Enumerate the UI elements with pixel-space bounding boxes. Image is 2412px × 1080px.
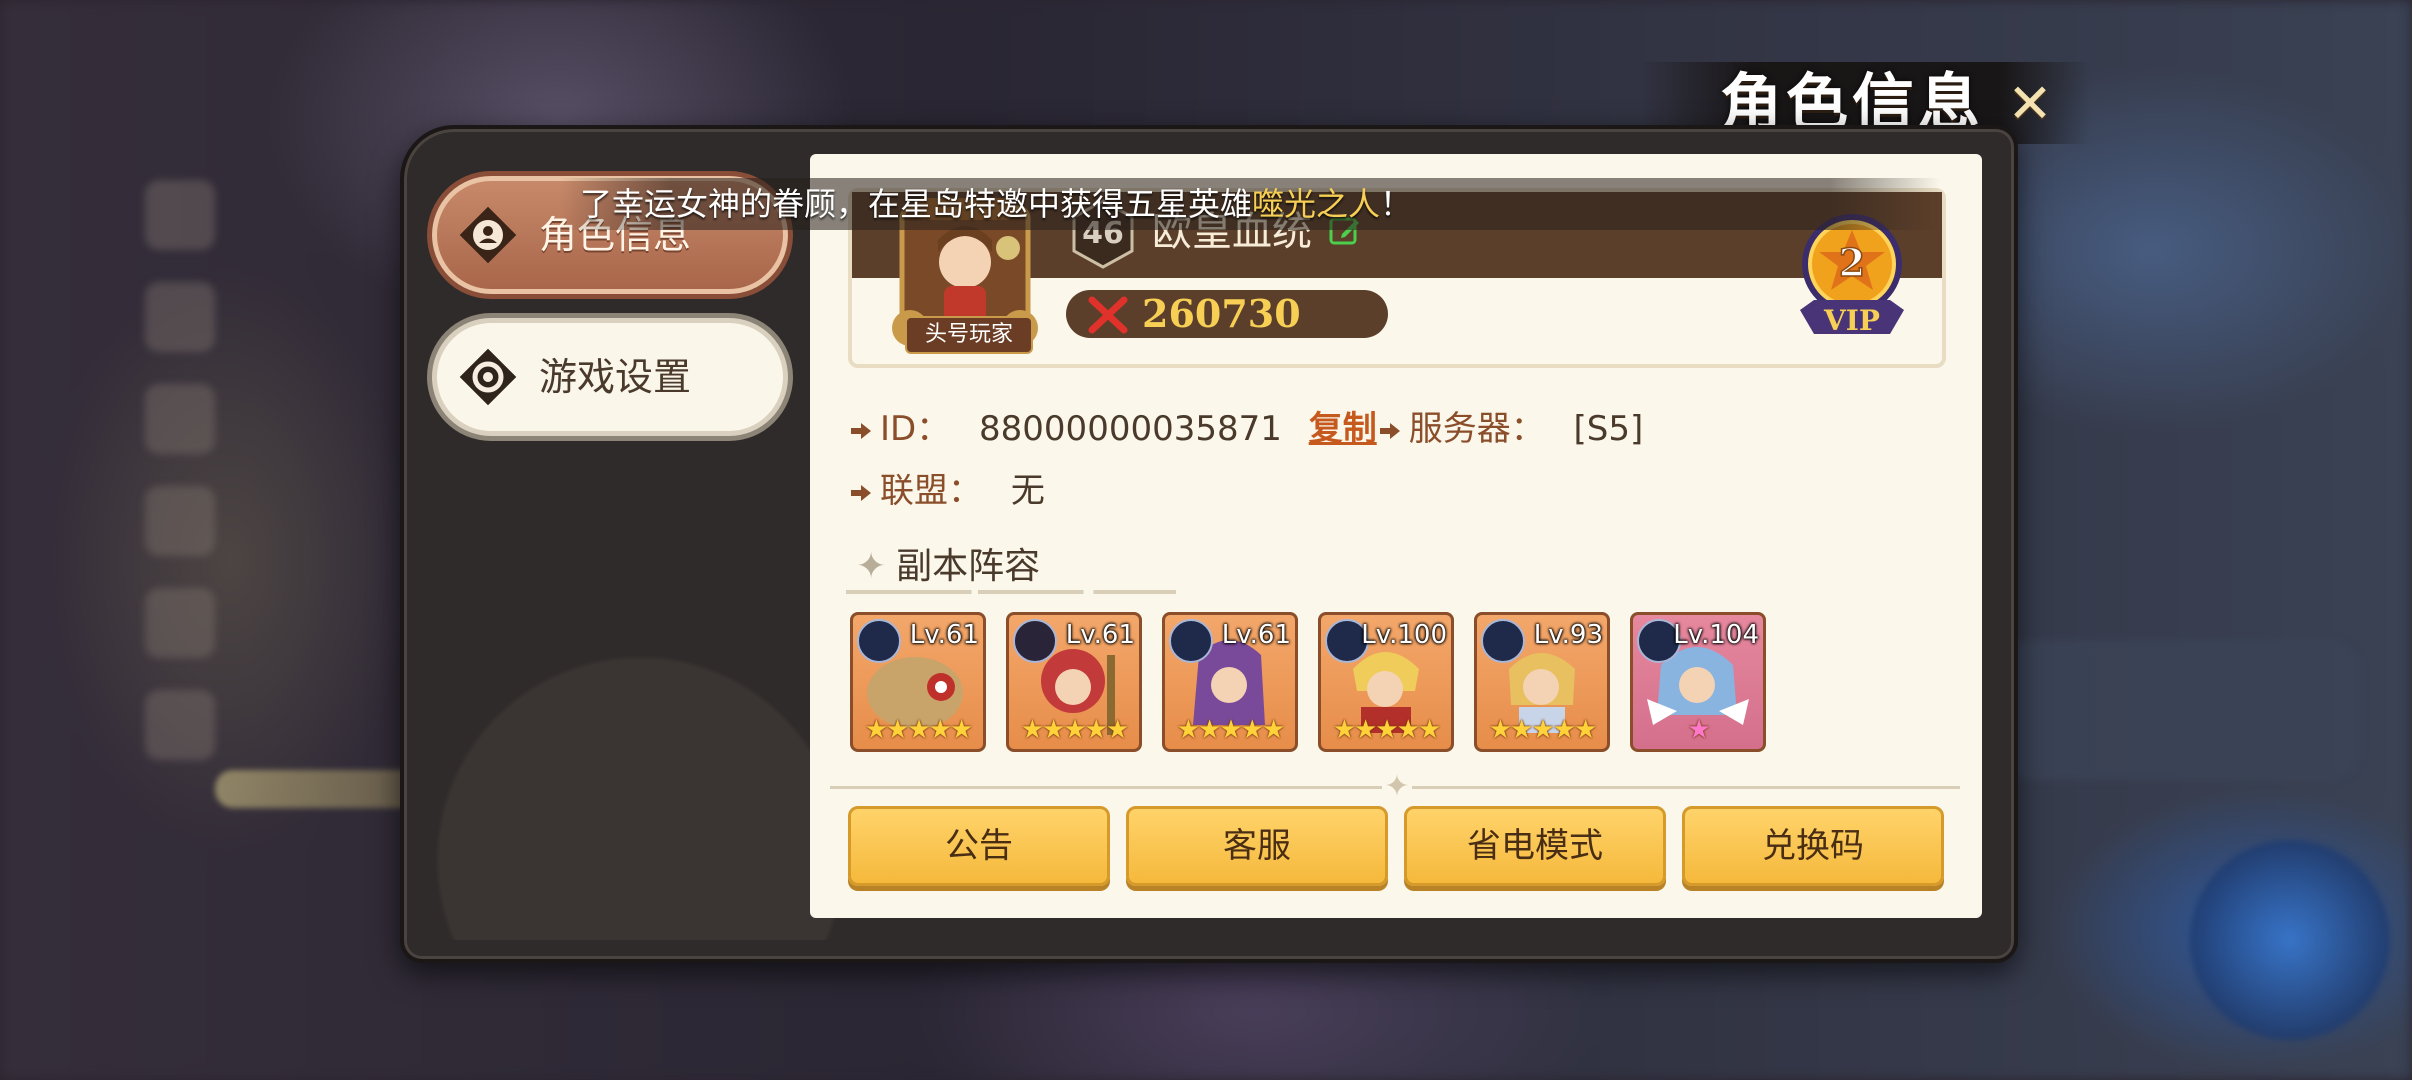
hero-level: Lv.104 bbox=[1673, 620, 1759, 650]
frame-decoration bbox=[420, 440, 840, 940]
notice-button[interactable]: 公告 bbox=[848, 806, 1110, 886]
power-save-button[interactable]: 省电模式 bbox=[1404, 806, 1666, 886]
section-underline bbox=[846, 590, 1176, 594]
arrow-icon bbox=[1379, 422, 1400, 439]
user-icon bbox=[459, 206, 517, 264]
hero-slot-2[interactable]: Lv.61 ★★★★★ bbox=[1006, 612, 1142, 752]
announcement-marquee: 了幸运女神的眷顾，在星岛特邀中获得五星英雄噬光之人！ bbox=[560, 178, 1940, 230]
vip-text: VIP bbox=[1823, 304, 1880, 337]
close-button[interactable]: ✕ bbox=[2002, 76, 2058, 132]
vip-level: 2 bbox=[1839, 240, 1865, 285]
shield-icon bbox=[857, 619, 901, 663]
guild-value: 无 bbox=[1010, 471, 1045, 511]
hero-stars: ★★★★★ bbox=[1020, 715, 1130, 745]
tab-label: 游戏设置 bbox=[539, 355, 692, 399]
announcement-text: 了幸运女神的眷顾，在星岛特邀中获得五星英雄噬光之人！ bbox=[580, 178, 1412, 230]
hero-level: Lv.61 bbox=[1221, 620, 1291, 650]
hero-level: Lv.100 bbox=[1361, 620, 1447, 650]
info-row-guild: 联盟： 无 bbox=[848, 466, 1045, 516]
sparkle-icon: ✦ bbox=[1382, 770, 1412, 804]
close-icon: ✕ bbox=[2007, 72, 2053, 135]
hero-level: Lv.61 bbox=[1065, 620, 1135, 650]
avatar-title: 头号玩家 bbox=[905, 316, 1033, 354]
customer-service-button[interactable]: 客服 bbox=[1126, 806, 1388, 886]
hero-slot-5[interactable]: Lv.93 ★★★★★ bbox=[1474, 612, 1610, 752]
hero-stars: ★ bbox=[1687, 715, 1710, 745]
hero-slot-4[interactable]: Lv.100 ★★★★★ bbox=[1318, 612, 1454, 752]
hero-stars: ★★★★★ bbox=[1176, 715, 1286, 745]
server-value: [S5] bbox=[1573, 409, 1644, 449]
arrow-icon bbox=[851, 422, 871, 439]
hero-stars: ★★★★★ bbox=[864, 715, 974, 745]
hero-slot-6[interactable]: Lv.104 ★ bbox=[1630, 612, 1766, 752]
shield-icon bbox=[1169, 619, 1213, 663]
announcement-body: 了幸运女神的眷顾，在星岛特邀中获得五星英雄 bbox=[580, 185, 1253, 223]
background-menu bbox=[145, 180, 245, 792]
id-label: ID： bbox=[880, 409, 951, 449]
background-panel bbox=[2000, 640, 2360, 780]
gear-icon bbox=[459, 348, 517, 406]
copy-id-button[interactable]: 复制 bbox=[1309, 409, 1377, 449]
guild-label: 联盟： bbox=[880, 471, 982, 511]
tab-game-settings[interactable]: 游戏设置 bbox=[432, 318, 788, 436]
id-value: 88000000035871 bbox=[979, 409, 1282, 449]
hero-level: Lv.61 bbox=[909, 620, 979, 650]
hero-stars: ★★★★★ bbox=[1488, 715, 1598, 745]
hero-stars: ★★★★★ bbox=[1332, 715, 1442, 745]
background-action-button bbox=[2190, 840, 2390, 1040]
sparkle-icon: ✦ bbox=[856, 546, 887, 587]
arrow-icon bbox=[851, 484, 871, 501]
lineup-title-text: 副本阵容 bbox=[896, 546, 1041, 587]
redeem-code-button[interactable]: 兑换码 bbox=[1682, 806, 1944, 886]
hero-slot-1[interactable]: Lv.61 ★★★★★ bbox=[850, 612, 986, 752]
combat-power: 260730 bbox=[1142, 291, 1301, 336]
announcement-hero-name: 噬光之人 bbox=[1252, 185, 1381, 223]
info-row-id: ID： 88000000035871 复制 服务器： [S5] bbox=[848, 404, 1643, 454]
sun-icon bbox=[1013, 619, 1057, 663]
hero-level: Lv.93 bbox=[1533, 620, 1603, 650]
crossed-swords-icon bbox=[1088, 296, 1128, 334]
shield-icon bbox=[1481, 619, 1525, 663]
hero-slot-3[interactable]: Lv.61 ★★★★★ bbox=[1162, 612, 1298, 752]
server-label: 服务器： bbox=[1408, 409, 1545, 449]
announcement-suffix: ！ bbox=[1380, 185, 1413, 223]
lineup-title: ✦ 副本阵容 bbox=[856, 540, 1040, 594]
